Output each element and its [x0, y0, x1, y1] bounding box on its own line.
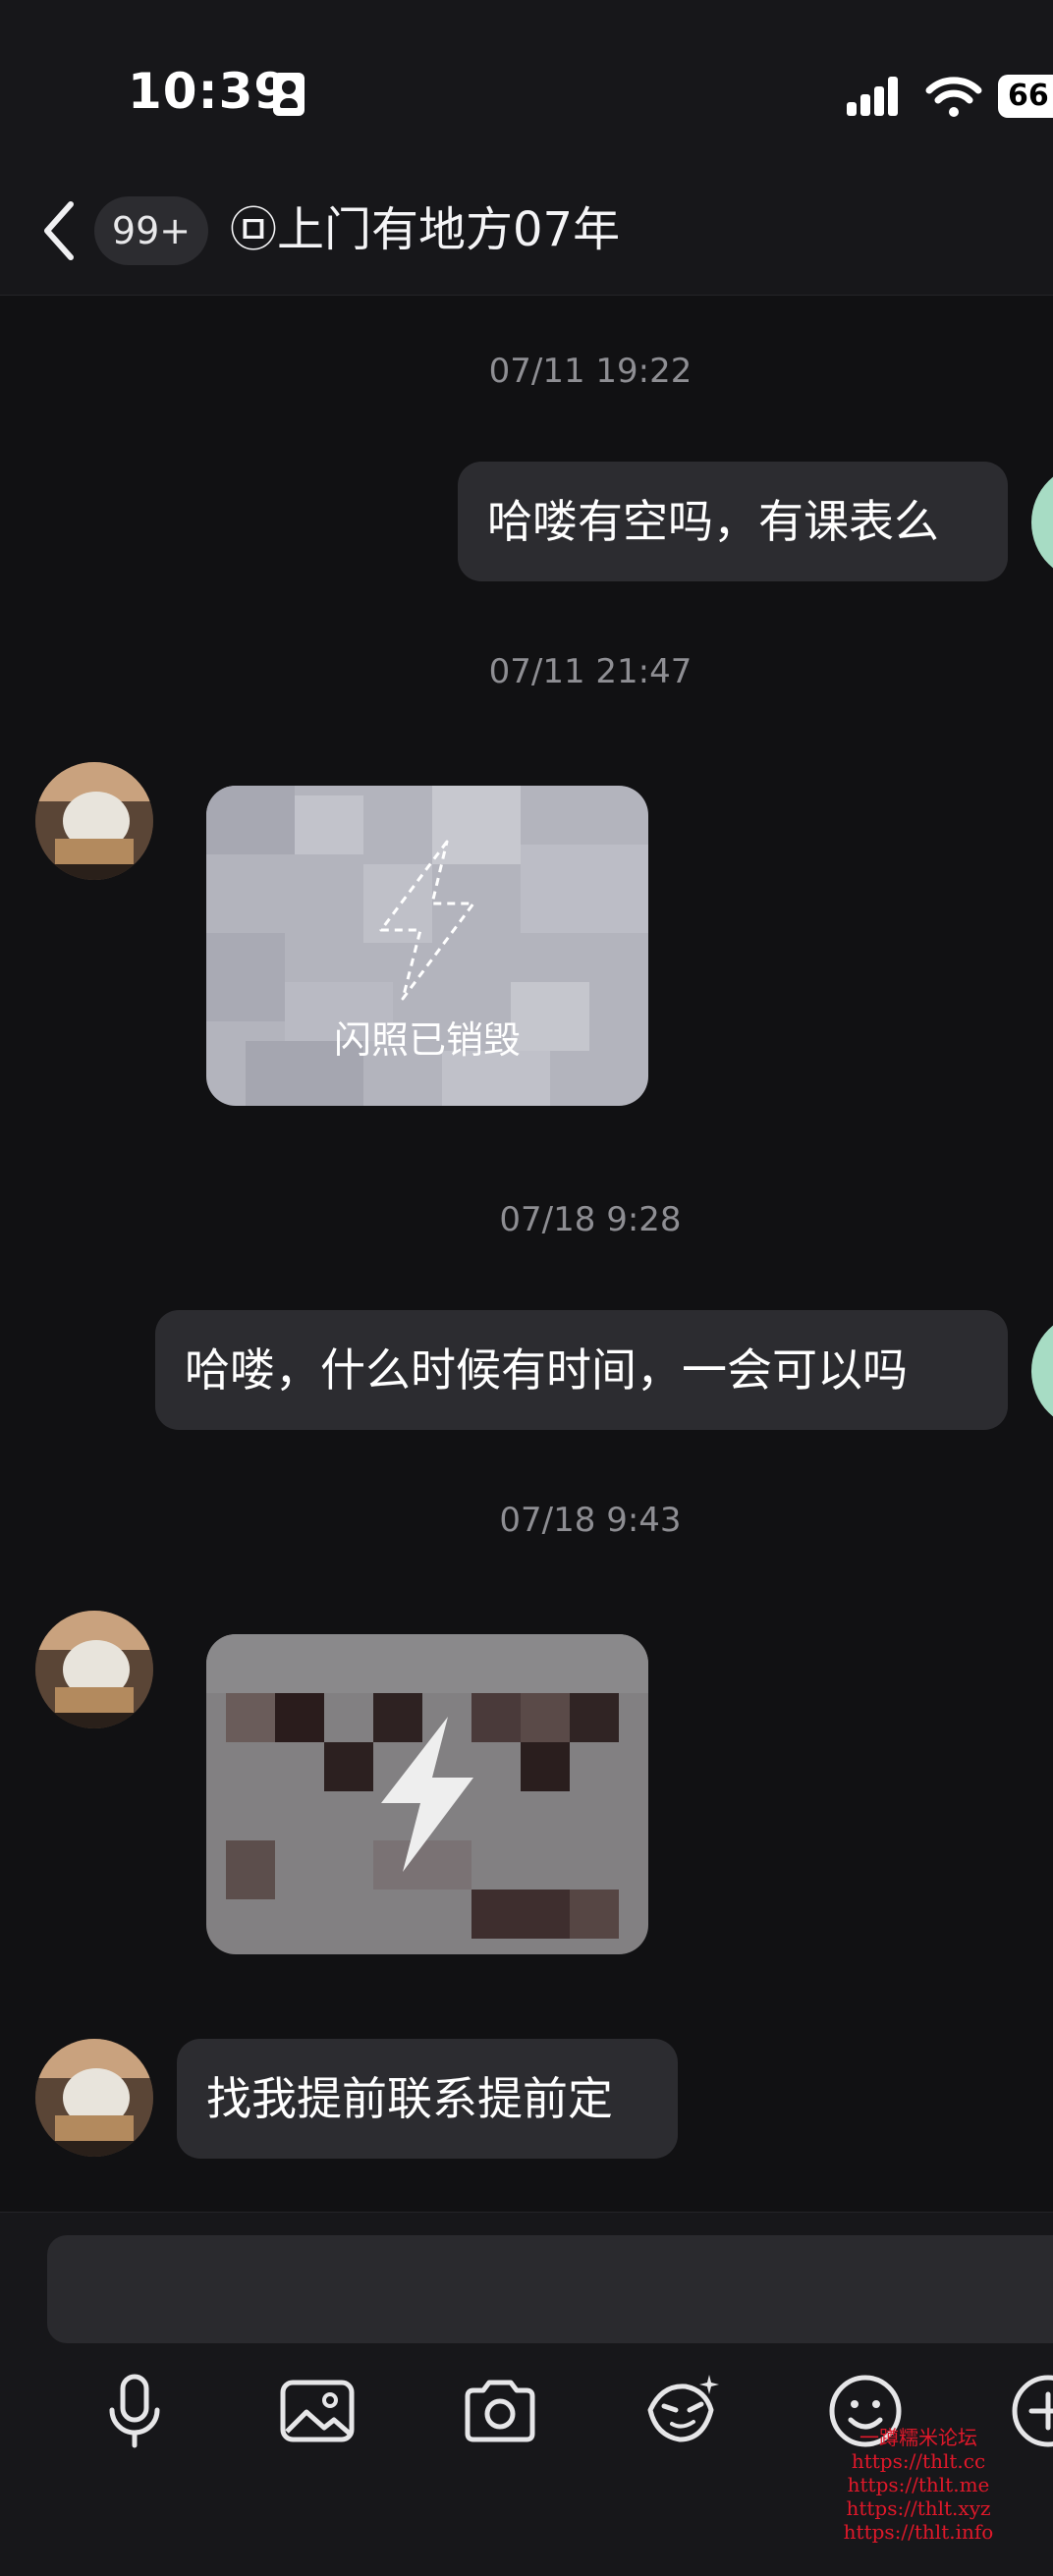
- watermark-url: https://thlt.xyz: [846, 2496, 991, 2520]
- back-arrow-icon[interactable]: [39, 196, 79, 265]
- camera-icon[interactable]: [460, 2371, 540, 2451]
- battery-indicator: 66: [998, 75, 1053, 118]
- outgoing-message-bubble[interactable]: 哈喽有空吗，有课表么: [458, 462, 1008, 581]
- avatar-photo: [35, 762, 153, 880]
- incoming-message-bubble[interactable]: 找我提前联系提前定: [177, 2039, 678, 2159]
- watermark-url: https://thlt.cc: [851, 2449, 986, 2473]
- flash-photo-unopened[interactable]: [206, 1634, 648, 1954]
- unread-count-badge[interactable]: 99+: [94, 196, 208, 265]
- chat-title: ㉤上门有地方07年: [230, 202, 621, 257]
- contact-avatar[interactable]: [35, 1611, 153, 1728]
- contact-card-icon: [273, 73, 305, 116]
- wifi-icon: [925, 77, 982, 117]
- sticker-icon[interactable]: [642, 2371, 723, 2451]
- flash-bolt-icon: [381, 1717, 473, 1872]
- microphone-icon[interactable]: [94, 2371, 175, 2451]
- contact-avatar[interactable]: [35, 762, 153, 880]
- watermark-logo-text: 一蹲糯米论坛: [859, 2426, 977, 2449]
- message-timestamp: 07/11 19:22: [488, 352, 693, 391]
- contact-avatar[interactable]: [35, 2039, 153, 2157]
- watermark: 一蹲糯米论坛 https://thlt.cc https://thlt.me h…: [825, 2426, 1012, 2544]
- flash-bolt-outline-icon: [379, 840, 475, 1001]
- avatar-photo: [35, 2039, 153, 2157]
- watermark-url: https://thlt.info: [843, 2520, 994, 2544]
- image-icon[interactable]: [277, 2371, 358, 2451]
- self-avatar[interactable]: [1031, 464, 1053, 581]
- plus-icon[interactable]: [1008, 2371, 1053, 2451]
- flash-photo-destroyed-label: 闪照已销毁: [333, 1018, 521, 1062]
- message-timestamp: 07/18 9:28: [499, 1200, 682, 1239]
- self-avatar[interactable]: [1031, 1312, 1053, 1430]
- flash-photo-destroyed[interactable]: 闪照已销毁: [206, 786, 648, 1106]
- message-timestamp: 07/11 21:47: [488, 652, 693, 691]
- avatar-photo: [35, 1611, 153, 1728]
- watermark-url: https://thlt.me: [847, 2473, 990, 2496]
- status-time: 10:39: [128, 63, 290, 120]
- cellular-signal-icon: [847, 77, 898, 116]
- message-timestamp: 07/18 9:43: [499, 1501, 682, 1540]
- outgoing-message-bubble[interactable]: 哈喽，什么时候有时间，一会可以吗: [155, 1310, 1008, 1430]
- message-input[interactable]: [47, 2235, 1053, 2343]
